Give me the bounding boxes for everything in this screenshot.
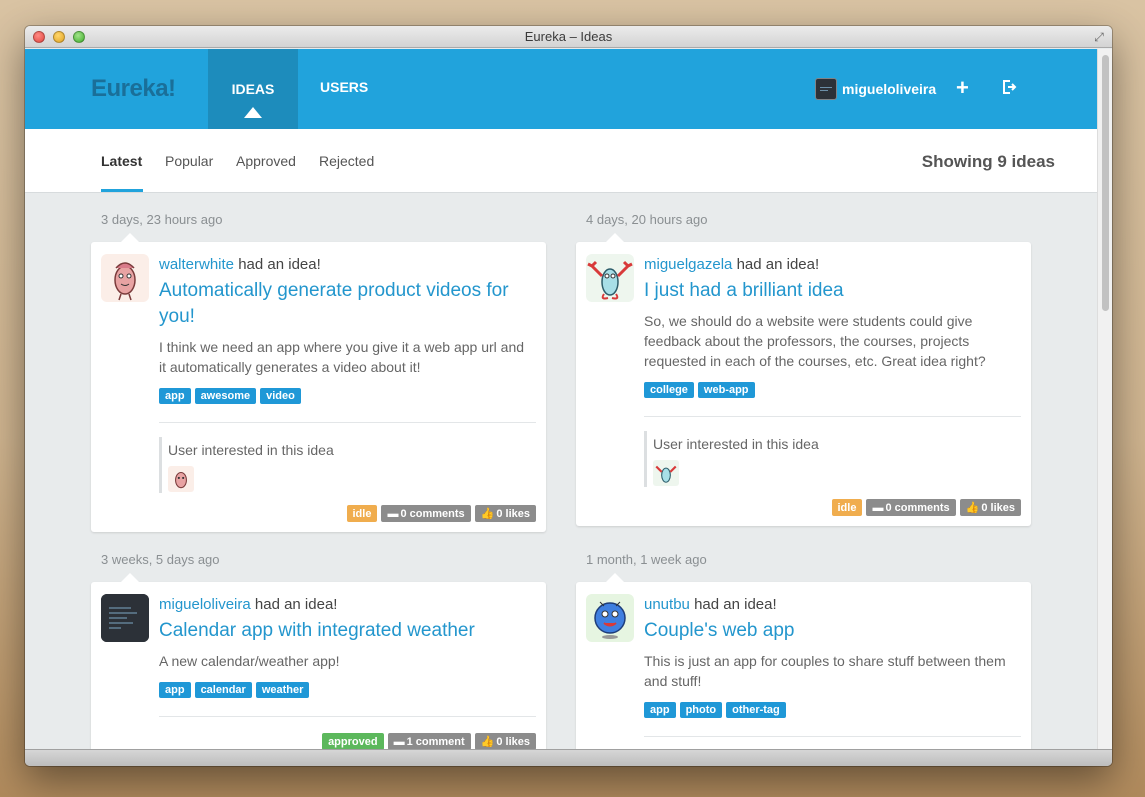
tag[interactable]: other-tag [726,702,786,718]
status-badge: idle [831,499,863,516]
idea-time-ago: 1 month, 1 week ago [586,552,707,567]
ideas-count: Showing 9 ideas [921,152,1055,171]
user-avatar[interactable] [815,78,837,100]
idea-author-line: unutbu had an idea! [644,596,777,613]
tag[interactable]: video [260,388,301,404]
idea-author-link[interactable]: unutbu [644,596,690,613]
idea-tags: app awesome video [159,388,301,404]
comment-icon: ▬ [387,507,399,520]
logout-icon[interactable] [1001,79,1017,95]
plus-icon[interactable]: + [956,75,969,101]
status-badge: approved [322,733,384,749]
idea-time-ago: 4 days, 20 hours ago [586,212,708,227]
interested-users-label: User interested in this idea [653,436,819,452]
interested-users: User interested in this idea [644,431,819,487]
idea-description: A new calendar/weather app! [159,653,340,669]
tab-latest[interactable]: Latest [101,153,142,169]
likes-badge[interactable]: 👍 0 likes [474,733,536,749]
vertical-scrollbar[interactable] [1097,49,1112,749]
likes-badge[interactable]: 👍 0 likes [474,505,536,522]
active-nav-caret [244,107,262,118]
tag[interactable]: app [159,682,191,698]
tag[interactable]: app [644,702,676,718]
idea-author-link[interactable]: walterwhite [159,256,234,273]
miguelgazela-avatar[interactable] [586,254,634,302]
minimize-window-button[interactable] [53,31,65,43]
active-tab-underline [101,189,143,192]
close-window-button[interactable] [33,31,45,43]
comment-icon: ▬ [872,501,884,514]
idea-title-link[interactable]: Couple's web app [644,618,1017,644]
migueloliveira-avatar[interactable] [101,594,149,642]
interested-users: User interested in this idea [159,437,334,493]
idea-description: So, we should do a website were students… [644,313,986,369]
walterwhite-avatar[interactable] [101,254,149,302]
tab-popular[interactable]: Popular [165,153,213,169]
idea-meta: idle ▬ 0 comments 👍 0 likes [831,499,1021,516]
idea-author-line: migueloliveira had an idea! [159,596,338,613]
ideas-feed[interactable]: 3 days, 23 hours ago walterwhite had an … [25,194,1097,749]
window-title: Eureka – Ideas [524,29,613,44]
idea-meta: idle ▬ 0 comments 👍 0 likes [346,505,536,522]
idea-author-line: walterwhite had an idea! [159,256,321,273]
tag[interactable]: app [159,388,191,404]
idea-card: migueloliveira had an idea! Calendar app… [91,573,546,749]
unutbu-avatar[interactable] [586,594,634,642]
idea-description: This is just an app for couples to share… [644,653,1006,689]
filter-bar: Latest Popular Approved Rejected Showing… [25,129,1097,193]
user-menu-name[interactable]: migueloliveira [842,81,936,97]
tag[interactable]: calendar [194,682,252,698]
interested-user-avatar[interactable] [168,466,194,492]
comments-badge[interactable]: ▬ 0 comments [381,505,471,522]
top-navbar: Eureka! IDEAS USERS migueloliveira + [25,49,1097,129]
idea-title-link[interactable]: Automatically generate product videos fo… [159,278,532,330]
scrollbar-thumb[interactable] [1102,55,1109,311]
status-badge: idle [346,505,378,522]
idea-description: I think we need an app where you give it… [159,339,525,375]
idea-author-link[interactable]: migueloliveira [159,596,251,613]
idea-meta: approved ▬ 1 comment 👍 0 likes [322,733,536,749]
tag[interactable]: photo [679,702,723,718]
tab-rejected[interactable]: Rejected [319,153,374,169]
thumbs-up-icon: 👍 [965,502,980,514]
idea-time-ago: 3 weeks, 5 days ago [101,552,220,567]
comments-badge[interactable]: ▬ 1 comment [387,733,471,749]
interested-user-avatar[interactable] [653,460,679,486]
window-bottom-bar [25,749,1112,766]
fullscreen-icon[interactable]: ⤢ [1092,30,1106,44]
comments-badge[interactable]: ▬ 0 comments [866,499,956,516]
idea-title-link[interactable]: Calendar app with integrated weather [159,618,532,644]
idea-card: walterwhite had an idea! Automatically g… [91,233,546,532]
comment-icon: ▬ [393,735,405,748]
idea-tags: app calendar weather [159,682,310,698]
idea-tags: college web-app [644,382,755,398]
thumbs-up-icon: 👍 [480,508,495,520]
idea-time-ago: 3 days, 23 hours ago [101,212,223,227]
app-window: Eureka – Ideas ⤢ Eureka! IDEAS USERS mig… [25,26,1112,766]
tag[interactable]: weather [255,682,310,698]
tag[interactable]: web-app [697,382,755,398]
idea-title-link[interactable]: I just had a brilliant idea [644,278,1017,304]
zoom-window-button[interactable] [73,31,85,43]
brand-logo[interactable]: Eureka! [91,75,176,103]
idea-author-link[interactable]: miguelgazela [644,256,732,273]
likes-badge[interactable]: 👍 0 likes [959,499,1021,516]
tag[interactable]: awesome [194,388,257,404]
nav-item-users[interactable]: USERS [320,79,368,95]
title-bar: Eureka – Ideas ⤢ [25,26,1112,48]
idea-tags: app photo other-tag [644,702,786,718]
idea-card: unutbu had an idea! Couple's web app Thi… [576,573,1031,749]
interested-users-label: User interested in this idea [168,442,334,458]
idea-card: miguelgazela had an idea! I just had a b… [576,233,1031,526]
thumbs-up-icon: 👍 [480,736,495,748]
tag[interactable]: college [644,382,694,398]
idea-author-line: miguelgazela had an idea! [644,256,820,273]
tab-approved[interactable]: Approved [236,153,296,169]
